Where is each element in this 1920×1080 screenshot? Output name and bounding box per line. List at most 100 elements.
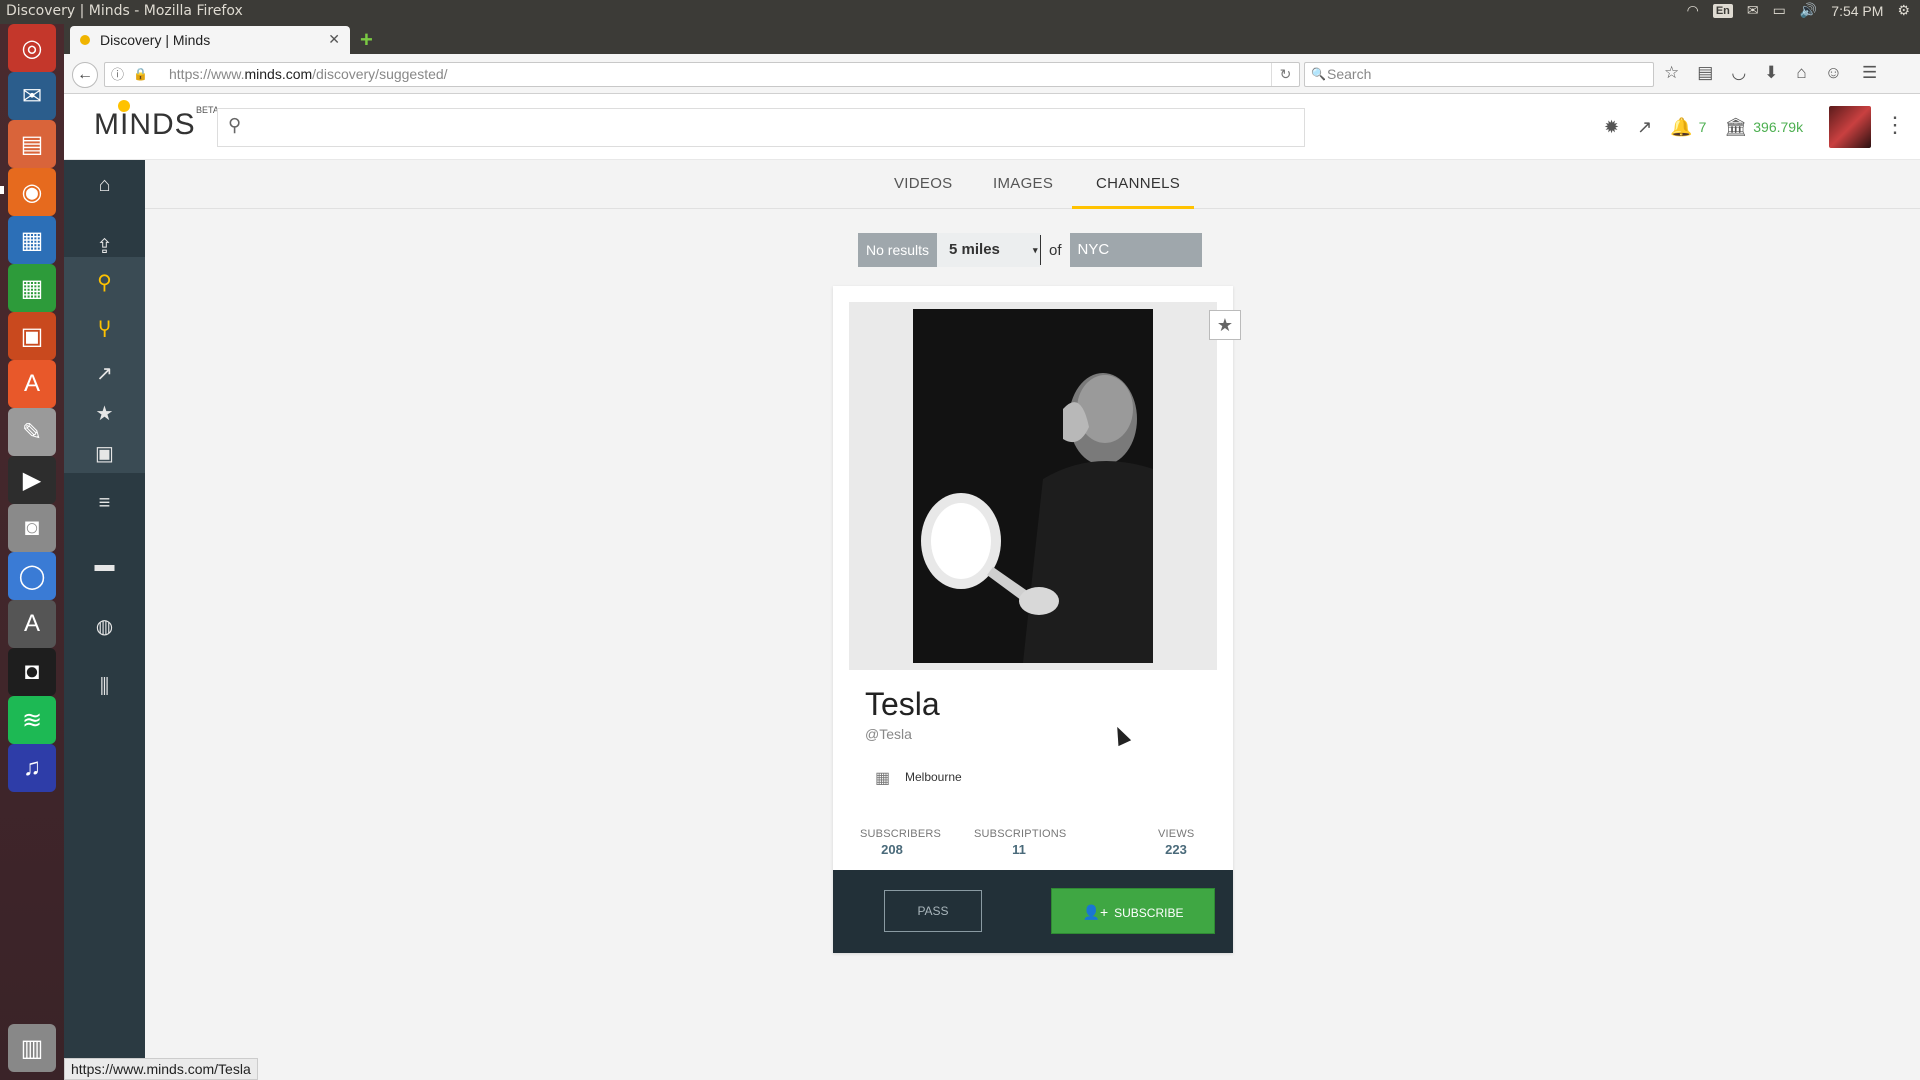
pass-button[interactable]: PASS [884,890,982,932]
wallet-balance[interactable]: 396.79k [1753,119,1803,135]
channel-location: Melbourne [905,770,962,784]
notification-count[interactable]: 7 [1699,119,1707,135]
minds-logo[interactable]: MINDS BETA [94,100,219,142]
lightbulb-icon [118,100,130,112]
clock[interactable]: 7:54 PM [1831,3,1883,19]
stat-label: SUBSCRIBERS [860,828,942,840]
reload-icon[interactable]: ↻ [1271,63,1299,86]
hamburger-menu-icon[interactable]: ☰ [1862,63,1877,83]
channel-card: ★ Tesla @Tesla ▦ Melbourne SUBSCRIBERS 2… [833,286,1241,953]
bug-icon[interactable]: ✹ [1604,117,1619,138]
url-bar[interactable]: ⓘ 🔒 https://www.minds.com/discovery/sugg… [104,62,1300,87]
sidebar-channels-icon[interactable]: ▣ [64,433,145,473]
sidebar-trending-icon[interactable]: ↗ [64,353,145,393]
main-content: VIDEOS IMAGES CHANNELS No results 5 mile… [145,160,1920,1080]
volume-icon[interactable]: 🔊 [1800,2,1817,19]
minds-search-input[interactable] [254,113,1294,143]
of-label: of [1049,241,1062,259]
stat-label: VIEWS [1158,828,1195,840]
channel-avatar-image[interactable] [913,309,1153,663]
mail-icon[interactable]: ✉ [1747,2,1759,19]
portrait-photo [913,309,1153,663]
sidebar-blogs-icon[interactable]: ≡ [64,478,145,528]
distance-select[interactable]: 5 miles ▾ [937,233,1042,267]
impress-icon[interactable]: ▣ [8,312,56,360]
info-icon[interactable]: ⓘ [111,63,124,86]
battery-icon[interactable]: ▭ [1773,2,1786,19]
bookmark-star-icon[interactable]: ☆ [1664,63,1679,83]
tab-channels[interactable]: CHANNELS [1096,175,1180,192]
user-avatar[interactable] [1829,106,1871,148]
sidebar-messenger-icon[interactable]: ▬ [64,540,145,590]
more-vert-icon[interactable]: ⋮ [1884,112,1906,138]
browser-search-placeholder: Search [1327,66,1372,82]
sidebar-discovery-search-icon[interactable]: ⚲ [64,257,145,307]
status-bar-url: https://www.minds.com/Tesla [64,1058,258,1080]
caret-down-icon: ▾ [1033,235,1042,265]
minds-search-box[interactable]: ⚲ [217,108,1305,147]
url-host: minds.com [244,66,313,82]
wallet-bank-icon[interactable]: 🏛 [1724,117,1747,138]
sidebar-groups-icon[interactable]: ◍ [64,601,145,651]
back-arrow-icon[interactable]: ← [72,62,98,88]
sidebar-featured-star-icon[interactable]: ★ [64,393,145,433]
url-path: /discovery/suggested/ [312,66,448,82]
channel-name[interactable]: Tesla [865,686,940,723]
terminal-icon[interactable]: ▶ [8,456,56,504]
trending-icon[interactable]: ↗ [1637,117,1652,138]
notifications-bell-icon[interactable]: 🔔 [1670,117,1692,138]
gear-icon[interactable]: ⚙ [1897,2,1910,19]
subscriptions-stat[interactable]: SUBSCRIPTIONS 11 [974,828,1066,857]
browser-search-field[interactable]: 🔍 Search [1304,62,1654,87]
views-stat[interactable]: VIEWS 223 [1158,828,1194,857]
firefox-icon[interactable]: ◉ [8,168,56,216]
discovery-tabs: VIDEOS IMAGES CHANNELS [145,160,1920,209]
download-icon[interactable]: ⬇ [1764,63,1778,83]
home-icon[interactable]: ⌂ [1796,63,1806,83]
updater-icon[interactable]: A [8,600,56,648]
results-status: No results [858,233,938,267]
tab-title: Discovery | Minds [100,32,211,48]
writer-icon[interactable]: ▦ [8,216,56,264]
system-top-bar: Discovery | Minds - Mozilla Firefox ◠ En… [0,0,1920,24]
wifi-icon[interactable]: ◠ [1687,2,1699,19]
keyboard-layout-indicator[interactable]: En [1712,3,1733,18]
calc-icon[interactable]: ▦ [8,264,56,312]
city-input[interactable]: NYC [1069,233,1202,267]
reading-list-icon[interactable]: ▤ [1697,63,1713,83]
subscribers-stat[interactable]: SUBSCRIBERS 208 [860,828,942,857]
spotify-icon[interactable]: ≋ [8,696,56,744]
software-center-icon[interactable]: A [8,360,56,408]
camera-icon[interactable]: ◙ [8,504,56,552]
feature-star-button[interactable]: ★ [1209,310,1241,340]
card-actions: PASS 👤+ SUBSCRIBE [833,870,1233,953]
sidebar-boost-console-icon[interactable]: ⫼ [64,662,145,712]
audacity-icon[interactable]: ♫ [8,744,56,792]
new-tab-icon[interactable]: + [360,27,373,53]
close-tab-icon[interactable]: ✕ [328,31,340,48]
subscribe-button[interactable]: 👤+ SUBSCRIBE [1051,888,1215,934]
tab-images[interactable]: IMAGES [993,175,1053,192]
pocket-icon[interactable]: ◡ [1731,63,1746,83]
files-icon[interactable]: ▤ [8,120,56,168]
settings-icon[interactable]: ✎ [8,408,56,456]
browser-tab-strip: Discovery | Minds ✕ + [64,24,1920,54]
chat-icon[interactable]: ☺ [1825,63,1842,83]
location-filter: No results 5 miles ▾ of NYC [858,233,1202,267]
search-icon: 🔍 [1311,67,1326,81]
city-building-icon: ▦ [875,770,891,787]
trash-icon[interactable]: ▥ [8,1024,56,1072]
browser-tab[interactable]: Discovery | Minds ✕ [70,26,350,54]
sidebar-home-icon[interactable]: ⌂ [64,160,145,210]
ubuntu-dash-icon[interactable]: ◎ [8,24,56,72]
minds-favicon-icon [80,35,90,45]
sidebar-suggested-icon[interactable]: Ⴤ [64,307,145,353]
chromium-icon[interactable]: ◯ [8,552,56,600]
disk-icon[interactable]: ◘ [8,648,56,696]
active-tab-underline [1072,206,1194,209]
channel-handle[interactable]: @Tesla [865,726,912,742]
search-icon: ⚲ [228,115,242,135]
channel-image-frame: ★ [849,302,1241,670]
thunderbird-icon[interactable]: ✉ [8,72,56,120]
tab-videos[interactable]: VIDEOS [894,175,952,192]
